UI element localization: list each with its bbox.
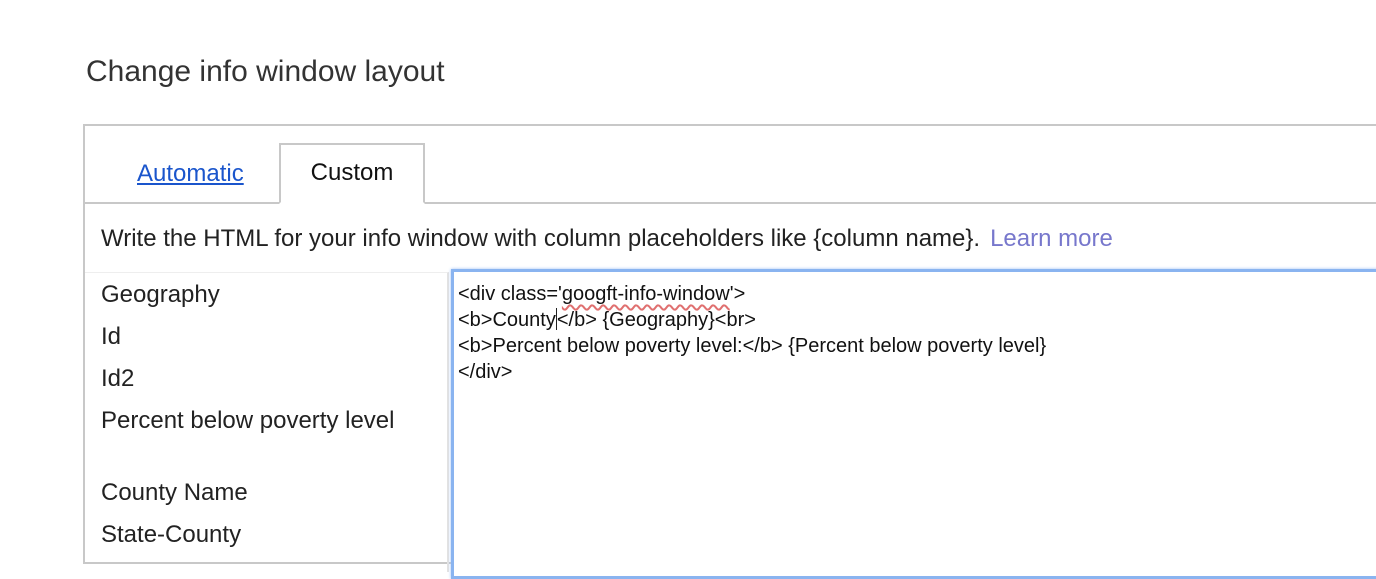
instructions: Write the HTML for your info window with… <box>101 223 1113 255</box>
column-item-percent-below-poverty-level[interactable]: Percent below poverty level <box>101 406 401 436</box>
column-item-geography[interactable]: Geography <box>101 280 401 310</box>
column-list: Geography Id Id2 Percent below poverty l… <box>85 272 449 572</box>
column-item-county-name[interactable]: County Name <box>101 478 401 508</box>
code-line-3: <b>Percent below poverty level:</b> {Per… <box>458 335 1047 357</box>
tab-bar: Automatic Custom <box>85 126 1376 204</box>
column-item-state-county[interactable]: State-County <box>101 520 401 550</box>
tab-automatic[interactable]: Automatic <box>137 158 244 190</box>
code-text: <b>County <box>458 309 556 331</box>
code-line-2: <b>County</b> {Geography}<br> <box>458 307 1376 333</box>
tab-custom[interactable]: Custom <box>279 143 425 204</box>
code-text: <div class=' <box>458 283 562 305</box>
instructions-text: Write the HTML for your info window with… <box>101 225 981 252</box>
learn-more-link[interactable]: Learn more <box>990 225 1113 252</box>
column-item-id2[interactable]: Id2 <box>101 364 401 394</box>
code-line-1: <div class='googft-info-window'> <box>458 281 1376 307</box>
column-item-id[interactable]: Id <box>101 322 401 352</box>
spellcheck-flagged-word: googft-info-window <box>561 283 730 305</box>
html-template-editor[interactable]: <div class='googft-info-window'> <b>Count… <box>451 269 1376 579</box>
info-window-panel: Automatic Custom Write the HTML for your… <box>83 124 1376 579</box>
dialog-title: Change info window layout <box>86 55 445 88</box>
code-text: </b> {Geography}<br> <box>556 309 756 331</box>
code-text: '> <box>729 283 746 305</box>
code-line-4: </div> <box>458 361 513 383</box>
